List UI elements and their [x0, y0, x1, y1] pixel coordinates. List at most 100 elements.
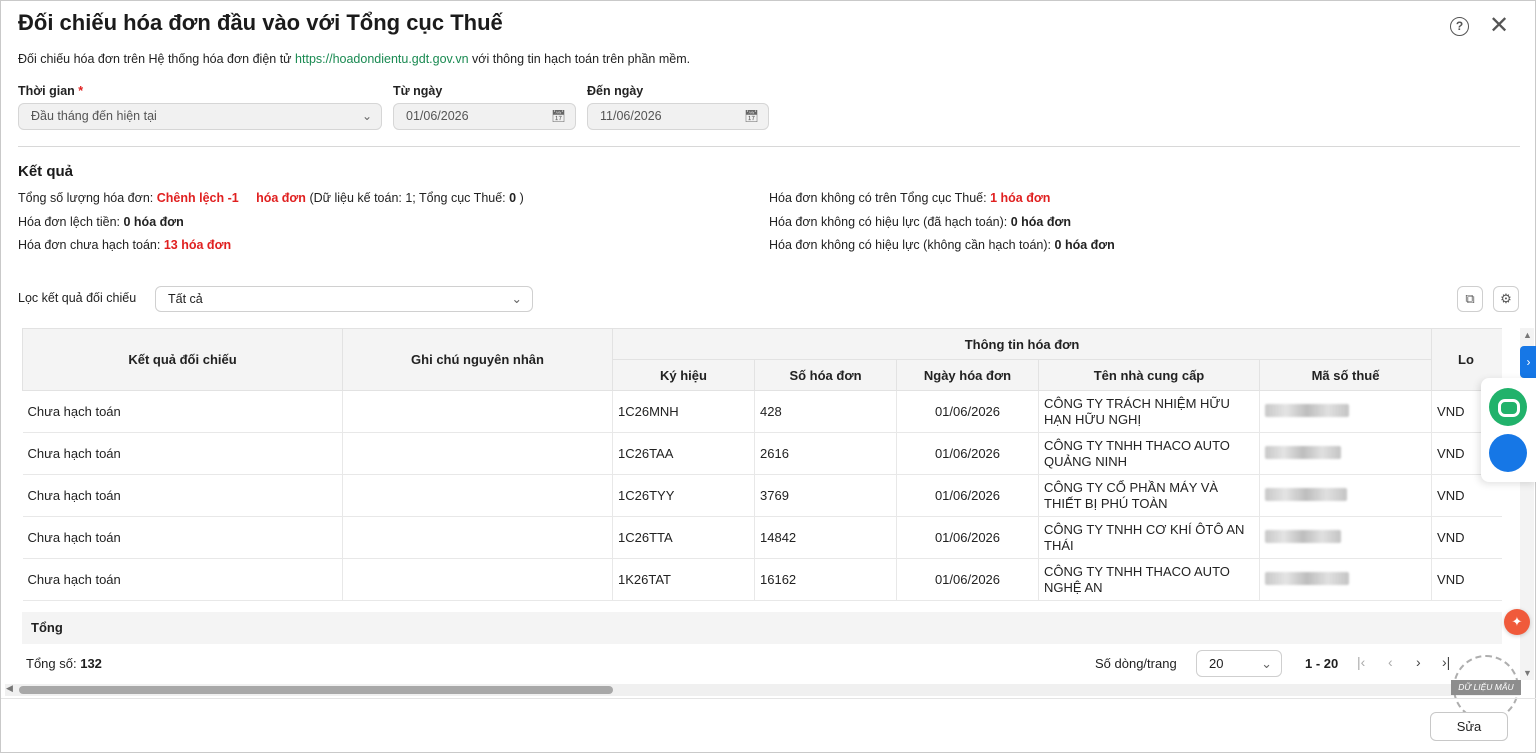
edit-button[interactable]: Sửa [1430, 712, 1508, 741]
footer-total-label: Tổng số: [26, 656, 77, 671]
footer-total-value: 132 [80, 656, 102, 671]
total-diff: Chênh lệch -1 [156, 191, 239, 205]
khong-co-prefix: Hóa đơn không có trên Tổng cục Thuế: [769, 191, 987, 205]
export-icon: ⧉ [1465, 291, 1475, 306]
cell-mst [1259, 558, 1433, 601]
chua-hach-toan-prefix: Hóa đơn chưa hạch toán: [18, 238, 161, 252]
blurred-tax-id [1265, 403, 1349, 417]
table-row[interactable]: Chưa hạch toán 1C26MNH 428 01/06/2026 CÔ… [22, 390, 1502, 433]
cell-so-hd: 2616 [754, 432, 897, 475]
scroll-left-icon[interactable]: ◀ [6, 683, 13, 694]
last-page-icon[interactable]: ›| [1442, 654, 1450, 670]
col-ngay-hd[interactable]: Ngày hóa đơn [896, 359, 1039, 391]
close-icon[interactable]: ✕ [1489, 13, 1509, 39]
cell-ten-ncc: CÔNG TY TRÁCH NHIỆM HỮU HẠN HỮU NGHỊ [1038, 390, 1260, 433]
total-detail-num: 0 [509, 191, 517, 205]
col-so-hd[interactable]: Số hóa đơn [754, 359, 897, 391]
cell-ngay-hd: 01/06/2026 [896, 474, 1039, 517]
from-date-value: 01/06/2026 [406, 109, 469, 123]
col-ten-ncc[interactable]: Tên nhà cung cấp [1038, 359, 1260, 391]
filter-label: Lọc kết quả đối chiếu [18, 291, 137, 305]
chatbot-icon[interactable] [1489, 388, 1527, 426]
footer-divider [1, 698, 1536, 699]
cell-so-hd: 3769 [754, 474, 897, 517]
col-ky-hieu[interactable]: Ký hiệu [612, 359, 755, 391]
col-mst[interactable]: Mã số thuế [1258, 359, 1433, 391]
from-date-field[interactable]: 01/06/2026 📅︎ [393, 103, 576, 130]
cell-ghi-chu[interactable] [342, 390, 613, 433]
dialog: Đối chiếu hóa đơn đầu vào với Tổng cục T… [0, 0, 1536, 753]
cell-ghi-chu[interactable] [342, 558, 613, 601]
total-prefix: Tổng số lượng hóa đơn: [18, 191, 154, 205]
table-row[interactable]: Chưa hạch toán 1C26TYY 3769 01/06/2026 C… [22, 474, 1502, 517]
time-select-value: Đầu tháng đến hiện tại [31, 109, 157, 123]
cell-ket-qua: Chưa hạch toán [22, 390, 343, 433]
cell-ghi-chu[interactable] [342, 516, 613, 559]
cell-ghi-chu[interactable] [342, 432, 613, 475]
gdt-link[interactable]: https://hoadondientu.gdt.gov.vn [295, 52, 469, 66]
filter-value: Tất cả [168, 292, 203, 306]
divider [18, 146, 1520, 147]
cell-ky-hieu: 1C26MNH [612, 390, 755, 433]
filter-select[interactable]: Tất cả ⌄ [155, 286, 533, 312]
horizontal-scrollbar[interactable]: ◀ [5, 683, 1520, 696]
export-button[interactable]: ⧉ [1457, 286, 1483, 312]
time-label-text: Thời gian [18, 84, 75, 98]
chua-hach-toan-num: 13 [163, 238, 178, 252]
sample-data-stamp-text: DỮ LIỆU MẪU [1451, 680, 1521, 695]
blurred-tax-id [1265, 487, 1347, 501]
cell-so-hd: 428 [754, 390, 897, 433]
prev-page-icon[interactable]: ‹ [1388, 654, 1393, 670]
page-size-select[interactable]: 20 ⌄ [1196, 650, 1282, 677]
help-icon[interactable]: ? [1450, 17, 1469, 36]
page-size-label: Số dòng/trang [1095, 656, 1177, 671]
chevron-down-icon: ⌄ [361, 109, 372, 123]
scroll-down-icon[interactable]: ▼ [1523, 668, 1532, 678]
summary-khong-hieu-luc-khong: Hóa đơn không có hiệu lực (không cần hạc… [769, 238, 1115, 252]
time-select[interactable]: Đầu tháng đến hiện tại ⌄ [18, 103, 382, 130]
cell-ghi-chu[interactable] [342, 474, 613, 517]
calendar-icon[interactable]: 📅︎ [744, 104, 759, 129]
next-page-icon[interactable]: › [1416, 654, 1421, 670]
blurred-tax-id [1265, 571, 1349, 585]
summary-khong-co: Hóa đơn không có trên Tổng cục Thuế: 1 h… [769, 191, 1050, 205]
summary-khong-hieu-luc-da: Hóa đơn không có hiệu lực (đã hạch toán)… [769, 215, 1071, 229]
cell-ngay-hd: 01/06/2026 [896, 432, 1039, 475]
summary-chua-hach-toan: Hóa đơn chưa hạch toán: 13 hóa đơn [18, 238, 231, 252]
khong-hieu-luc-da-prefix: Hóa đơn không có hiệu lực (đã hạch toán)… [769, 215, 1008, 229]
cell-ngay-hd: 01/06/2026 [896, 390, 1039, 433]
first-page-icon[interactable]: |‹ [1357, 654, 1365, 670]
side-panel-toggle[interactable]: › [1520, 346, 1536, 378]
chevron-down-icon: ⌄ [1261, 656, 1272, 671]
total-unit: hóa đơn [256, 191, 306, 205]
col-ghi-chu[interactable]: Ghi chú nguyên nhân [342, 328, 613, 391]
calendar-icon[interactable]: 📅︎ [551, 104, 566, 129]
cell-ten-ncc: CÔNG TY TNHH THACO AUTO NGHỆ AN [1038, 558, 1260, 601]
settings-button[interactable]: ⚙︎ [1493, 286, 1519, 312]
assistant-icon[interactable] [1489, 434, 1527, 472]
cell-mst [1259, 474, 1433, 517]
table-row[interactable]: Chưa hạch toán 1C26TAA 2616 01/06/2026 C… [22, 432, 1502, 475]
chevron-down-icon: ⌄ [511, 292, 522, 306]
cell-ket-qua: Chưa hạch toán [22, 516, 343, 559]
table-row[interactable]: Chưa hạch toán 1C26TTA 14842 01/06/2026 … [22, 516, 1502, 559]
lech-tien-value: 0 hóa đơn [123, 215, 184, 229]
time-label: Thời gian * [18, 84, 83, 98]
cell-ten-ncc: CÔNG TY CỔ PHẦN MÁY VÀ THIẾT BỊ PHÚ TOÀN [1038, 474, 1260, 517]
khong-hieu-luc-khong-value: 0 hóa đơn [1054, 238, 1115, 252]
ai-assist-icon[interactable]: ✦ [1504, 609, 1530, 635]
col-ket-qua[interactable]: Kết quả đối chiếu [22, 328, 343, 391]
description-text: Đối chiếu hóa đơn trên Hệ thống hóa đơn … [18, 52, 292, 66]
cell-ket-qua: Chưa hạch toán [22, 432, 343, 475]
cell-ten-ncc: CÔNG TY TNHH THACO AUTO QUẢNG NINH [1038, 432, 1260, 475]
khong-hieu-luc-da-value: 0 hóa đơn [1010, 215, 1072, 229]
scroll-up-icon[interactable]: ▲ [1523, 330, 1532, 340]
page-range: 1 - 20 [1305, 656, 1339, 671]
to-date-field[interactable]: 11/06/2026 📅︎ [587, 103, 769, 130]
gear-icon: ⚙︎ [1500, 291, 1512, 306]
result-heading: Kết quả [18, 163, 74, 180]
scrollbar-thumb[interactable] [19, 686, 613, 694]
table-row[interactable]: Chưa hạch toán 1K26TAT 16162 01/06/2026 … [22, 558, 1502, 601]
required-mark: * [78, 84, 84, 98]
dialog-title: Đối chiếu hóa đơn đầu vào với Tổng cục T… [18, 10, 503, 35]
